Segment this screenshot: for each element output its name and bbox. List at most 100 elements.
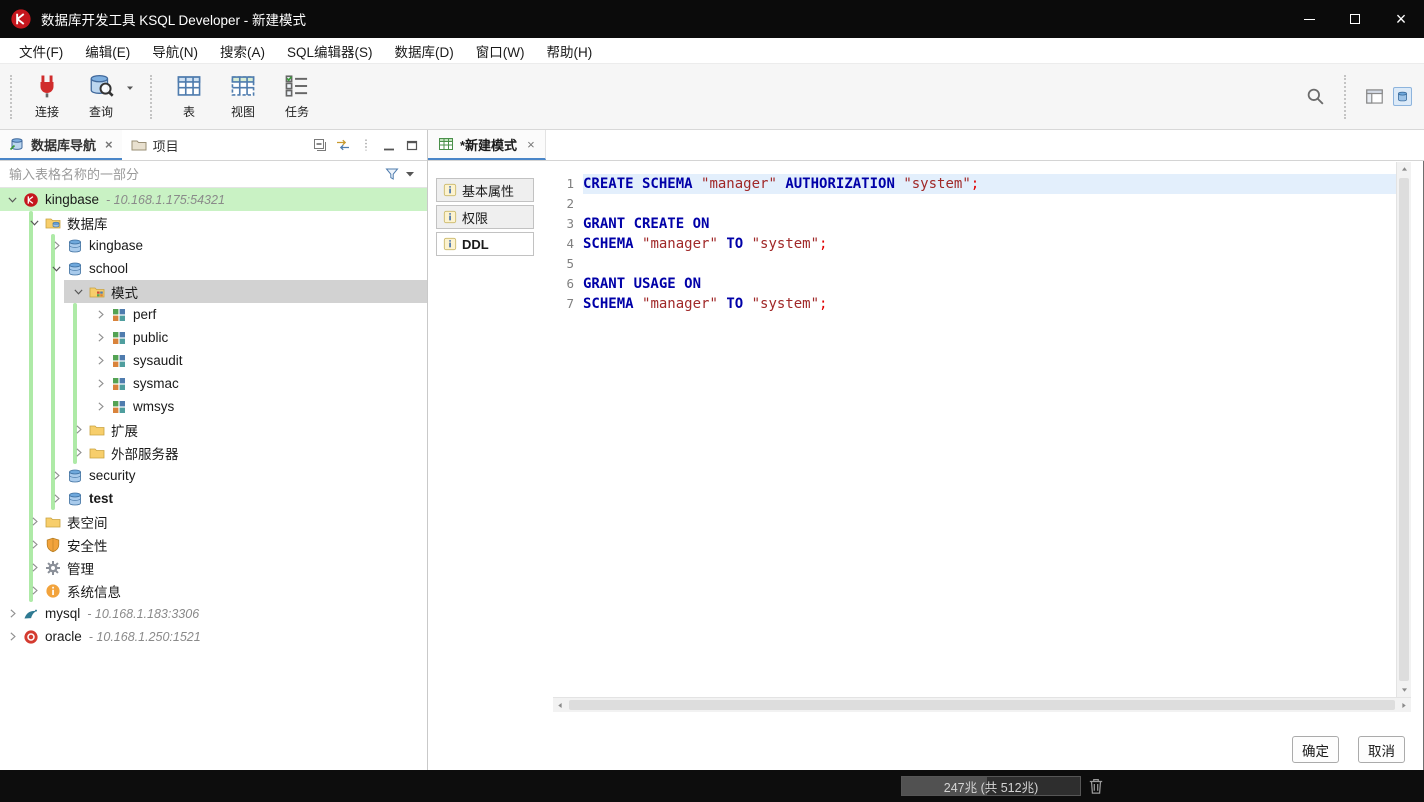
chevron-right-icon[interactable] xyxy=(50,469,66,483)
folder-icon xyxy=(89,422,106,438)
chevron-right-icon[interactable] xyxy=(94,400,110,414)
vertical-scroll-thumb[interactable] xyxy=(1399,178,1409,681)
chevron-right-icon[interactable] xyxy=(28,584,44,598)
memory-indicator[interactable]: 247兆 (共 512兆) xyxy=(901,776,1081,796)
code-line-2[interactable]: 2 xyxy=(553,194,1396,214)
menu-item-4[interactable]: SQL编辑器(S) xyxy=(276,38,384,63)
cancel-button[interactable]: 取消 xyxy=(1358,736,1405,763)
filter-funnel-group[interactable] xyxy=(384,166,427,182)
tree-row-mysql[interactable]: mysql - 10.168.1.183:3306 xyxy=(0,602,427,625)
maximize-view-icon[interactable] xyxy=(404,137,420,153)
toolbar-task-button[interactable]: 任务 xyxy=(270,69,324,124)
vertical-scrollbar[interactable] xyxy=(1396,162,1411,697)
tree-row-扩展[interactable]: 扩展 xyxy=(0,418,427,441)
info-square-icon xyxy=(443,183,457,197)
maximize-button[interactable] xyxy=(1332,0,1378,38)
chevron-right-icon[interactable] xyxy=(72,446,88,460)
tree-row-test[interactable]: test xyxy=(0,487,427,510)
tree-row-security[interactable]: security xyxy=(0,464,427,487)
query-dropdown-icon[interactable] xyxy=(124,81,140,99)
table-filter-input[interactable] xyxy=(0,167,384,182)
chevron-right-icon[interactable] xyxy=(28,515,44,529)
code-line-1[interactable]: 1CREATE SCHEMA "manager" AUTHORIZATION "… xyxy=(553,174,1396,194)
code-line-4[interactable]: 4SCHEMA "manager" TO "system"; xyxy=(553,234,1396,254)
tree-row-kingbase[interactable]: kingbase xyxy=(0,234,427,257)
panel-splitter[interactable] xyxy=(427,130,428,770)
page-tab-权限[interactable]: 权限 xyxy=(436,205,534,229)
editor-tab-close-icon[interactable]: × xyxy=(527,137,535,152)
chevron-right-icon[interactable] xyxy=(50,239,66,253)
tree-row-public[interactable]: public xyxy=(0,326,427,349)
menu-item-3[interactable]: 搜索(A) xyxy=(209,38,276,63)
view-menu-dots-icon[interactable] xyxy=(358,137,374,153)
tree-row-表空间[interactable]: 表空间 xyxy=(0,510,427,533)
chevron-right-icon[interactable] xyxy=(94,331,110,345)
tab-database-navigator[interactable]: 数据库导航 × xyxy=(0,130,122,160)
chevron-right-icon[interactable] xyxy=(6,630,22,644)
link-editors-icon[interactable] xyxy=(335,137,351,153)
toolbar-table-button[interactable]: 表 xyxy=(162,69,216,124)
tree-row-外部服务器[interactable]: 外部服务器 xyxy=(0,441,427,464)
chevron-right-icon[interactable] xyxy=(28,538,44,552)
tab-new-schema-editor[interactable]: *新建模式 × xyxy=(428,130,546,160)
tree-row-perf[interactable]: perf xyxy=(0,303,427,326)
code-line-3[interactable]: 3GRANT CREATE ON xyxy=(553,214,1396,234)
menu-item-5[interactable]: 数据库(D) xyxy=(384,38,465,63)
code-line-6[interactable]: 6GRANT USAGE ON xyxy=(553,274,1396,294)
chevron-right-icon[interactable] xyxy=(72,423,88,437)
tab-close-icon[interactable]: × xyxy=(105,137,113,152)
chevron-right-icon[interactable] xyxy=(94,354,110,368)
chevron-down-icon[interactable] xyxy=(28,216,44,230)
tab-project[interactable]: 项目 xyxy=(122,130,188,160)
menu-item-2[interactable]: 导航(N) xyxy=(141,38,209,63)
code-line-5[interactable]: 5 xyxy=(553,254,1396,274)
chevron-right-icon[interactable] xyxy=(94,377,110,391)
scroll-right-icon[interactable] xyxy=(1396,698,1411,713)
toolbar-query-button[interactable]: 查询 xyxy=(74,69,128,124)
folder-db-icon xyxy=(45,215,62,231)
tree-row-kingbase[interactable]: kingbase - 10.168.1.175:54321 xyxy=(0,188,427,211)
scroll-up-icon[interactable] xyxy=(1397,162,1412,177)
tree-row-模式[interactable]: 模式 xyxy=(0,280,427,303)
code-line-7[interactable]: 7SCHEMA "manager" TO "system"; xyxy=(553,294,1396,314)
chevron-right-icon[interactable] xyxy=(50,492,66,506)
db-perspective-icon[interactable] xyxy=(1393,87,1412,106)
scroll-left-icon[interactable] xyxy=(553,698,568,713)
page-tab-DDL[interactable]: DDL xyxy=(436,232,534,256)
tree-row-系统信息[interactable]: 系统信息 xyxy=(0,579,427,602)
menu-item-1[interactable]: 编辑(E) xyxy=(74,38,141,63)
tree-row-管理[interactable]: 管理 xyxy=(0,556,427,579)
chevron-down-icon[interactable] xyxy=(50,262,66,276)
chevron-right-icon[interactable] xyxy=(28,561,44,575)
menu-item-6[interactable]: 窗口(W) xyxy=(465,38,536,63)
perspective-icon[interactable] xyxy=(1365,87,1384,106)
menu-item-0[interactable]: 文件(F) xyxy=(8,38,74,63)
chevron-down-icon[interactable] xyxy=(72,285,88,299)
menu-item-7[interactable]: 帮助(H) xyxy=(536,38,604,63)
collapse-all-icon[interactable] xyxy=(312,137,328,153)
toolbar-view-button[interactable]: 视图 xyxy=(216,69,270,124)
close-button[interactable]: × xyxy=(1378,0,1424,38)
tree-row-school[interactable]: school xyxy=(0,257,427,280)
tree-row-sysmac[interactable]: sysmac xyxy=(0,372,427,395)
chevron-right-icon[interactable] xyxy=(94,308,110,322)
search-icon[interactable] xyxy=(1306,87,1325,106)
tree-row-数据库[interactable]: 数据库 xyxy=(0,211,427,234)
chevron-down-icon[interactable] xyxy=(6,193,22,207)
chevron-right-icon[interactable] xyxy=(6,607,22,621)
garbage-collect-icon[interactable] xyxy=(1087,777,1105,795)
tree-row-sysaudit[interactable]: sysaudit xyxy=(0,349,427,372)
toolbar-connect-button[interactable]: 连接 xyxy=(20,69,74,124)
tree-row-安全性[interactable]: 安全性 xyxy=(0,533,427,556)
horizontal-scrollbar[interactable] xyxy=(553,697,1411,712)
tree-node-label: 外部服务器 xyxy=(111,443,179,463)
horizontal-scroll-thumb[interactable] xyxy=(569,700,1395,710)
tree-row-oracle[interactable]: oracle - 10.168.1.250:1521 xyxy=(0,625,427,648)
minimize-view-icon[interactable] xyxy=(381,137,397,153)
ok-button[interactable]: 确定 xyxy=(1292,736,1339,763)
sql-editor[interactable]: 1CREATE SCHEMA "manager" AUTHORIZATION "… xyxy=(553,162,1396,697)
tree-row-wmsys[interactable]: wmsys xyxy=(0,395,427,418)
page-tab-基本属性[interactable]: 基本属性 xyxy=(436,178,534,202)
minimize-button[interactable] xyxy=(1286,0,1332,38)
scroll-down-icon[interactable] xyxy=(1397,682,1412,697)
